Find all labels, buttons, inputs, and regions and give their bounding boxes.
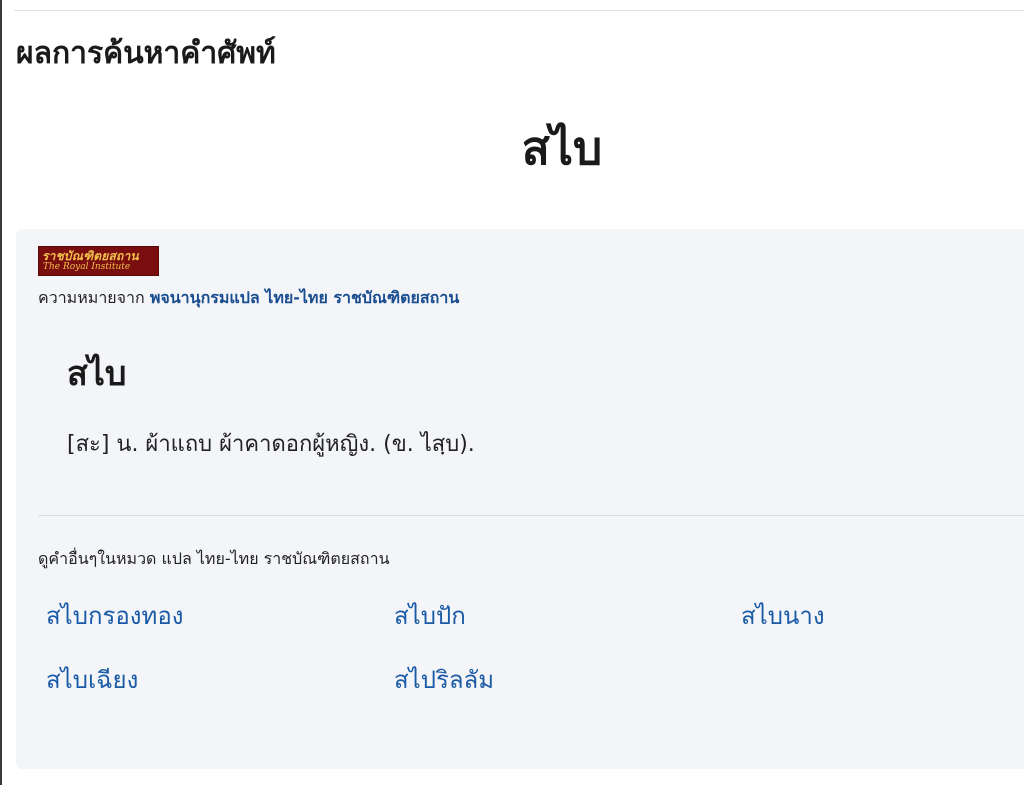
logo-english-text: The Royal Institute	[43, 262, 131, 272]
related-word-link[interactable]: สไบปัก	[394, 596, 466, 635]
related-word-link[interactable]: สไบเฉียง	[46, 660, 138, 699]
dictionary-source-link[interactable]: พจนานุกรมแปล ไทย-ไทย ราชบัณฑิตยสถาน	[150, 288, 459, 307]
headword-title: สไบ	[521, 121, 603, 175]
section-title: ผลการค้นหาคำศัพท์	[16, 36, 276, 71]
definition-text: [สะ] น. ผ้าแถบ ผ้าคาดอกผู้หญิง. (ข. ไสฺบ…	[67, 432, 475, 457]
related-heading: ดูคำอื่นๆในหมวด แปล ไทย-ไทย ราชบัณฑิตยสถ…	[38, 549, 390, 568]
top-divider	[14, 10, 1024, 11]
source-line: ความหมายจาก พจนานุกรมแปล ไทย-ไทย ราชบัณฑ…	[38, 286, 459, 311]
related-word-link[interactable]: สไบกรองทอง	[46, 596, 183, 635]
card-divider	[38, 515, 1024, 516]
royal-institute-logo: ราชบัณฑิตยสถาน The Royal Institute	[38, 246, 159, 276]
source-prefix: ความหมายจาก	[38, 288, 145, 307]
related-word-link[interactable]: สไปริลลัม	[394, 660, 494, 699]
logo-thai-text: ราชบัณฑิตยสถาน	[42, 249, 139, 263]
entry-word: สไบ	[67, 354, 127, 394]
related-word-link[interactable]: สไบนาง	[741, 596, 825, 635]
definition-card: ราชบัณฑิตยสถาน The Royal Institute ความห…	[16, 229, 1024, 769]
